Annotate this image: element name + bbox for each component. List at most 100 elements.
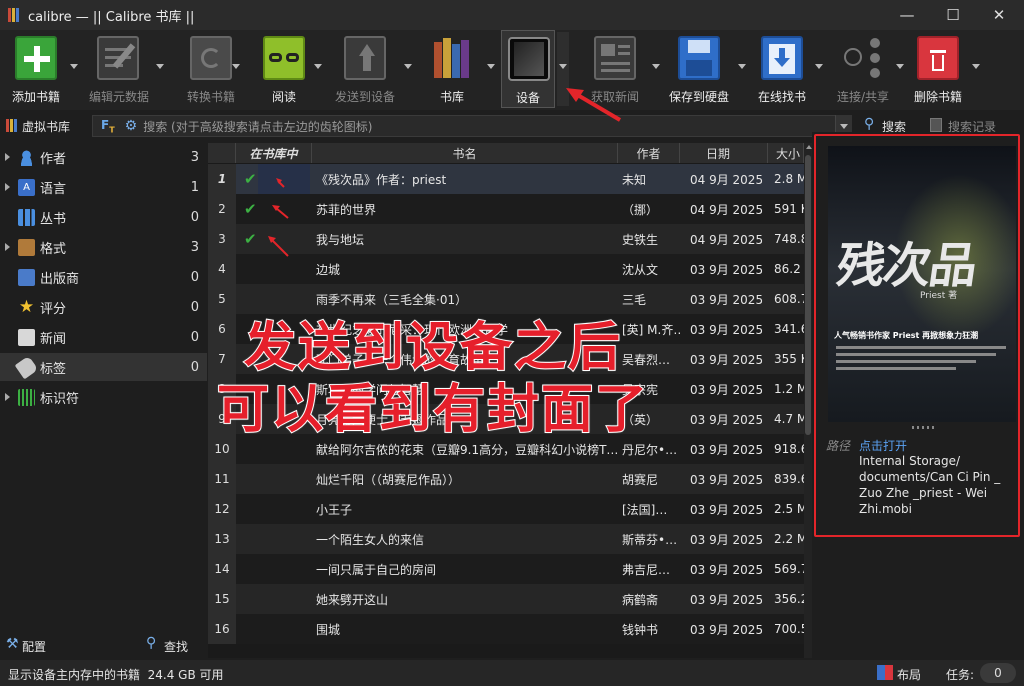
device-button[interactable]: 设备 xyxy=(501,30,555,108)
tag-category-rating[interactable]: ★ 评分 0 xyxy=(0,293,207,321)
table-row[interactable]: 6 在世纪之巅的尼采：现代欧洲的哲学 [英] M.齐… 03 9月 2025 341.6 xyxy=(208,314,804,344)
row-number: 8 xyxy=(208,374,236,404)
in-library-cell: ✔ xyxy=(236,194,312,224)
in-library-cell xyxy=(236,314,312,344)
configure-button[interactable]: 配置 xyxy=(22,638,46,655)
size-cell: 608.7 xyxy=(774,292,804,306)
row-number: 7 xyxy=(208,344,236,374)
tag-category-label: 新闻 xyxy=(40,331,67,347)
tag-category-publisher[interactable]: 出版商 0 xyxy=(0,263,207,291)
expand-arrow-icon[interactable] xyxy=(5,243,10,251)
table-row[interactable]: 15 她来劈开这山 病鹤斋 03 9月 2025 356.2 xyxy=(208,584,804,614)
table-scrollbar[interactable] xyxy=(804,143,812,658)
table-row[interactable]: 8 斯坦福的学问与智慧 吴宗宪 03 9月 2025 1.2 M xyxy=(208,374,804,404)
authors-icon xyxy=(18,148,35,166)
tag-category-label: 标识符 xyxy=(40,391,80,407)
tag-category-formats[interactable]: 格式 3 xyxy=(0,233,207,261)
tag-category-languages[interactable]: A 语言 1 xyxy=(0,173,207,201)
tag-category-tags[interactable]: 标签 0 xyxy=(0,353,207,381)
in-library-cell xyxy=(236,584,312,614)
get-books-button[interactable]: 在线找书 xyxy=(752,30,812,108)
read-button[interactable]: 阅读 xyxy=(256,30,312,108)
edit-metadata-dropdown[interactable] xyxy=(156,64,164,69)
table-row[interactable]: 16 围城 钱钟书 03 9月 2025 700.5 xyxy=(208,614,804,644)
close-button[interactable]: ✕ xyxy=(976,0,1022,30)
layout-button[interactable]: 布局 xyxy=(897,666,921,683)
table-row[interactable]: 9 月亮与六便士（毛姆作品） （英） 03 9月 2025 4.7 M xyxy=(208,404,804,434)
author-cell: 斯蒂芬•… xyxy=(622,532,678,547)
date-cell: 03 9月 2025 xyxy=(690,472,764,487)
library-label: 书库 xyxy=(439,90,465,104)
title-cell: 边城 xyxy=(316,262,341,277)
send-to-device-icon xyxy=(344,36,386,80)
configure-icon: ⚒ xyxy=(6,636,19,652)
edit-metadata-button[interactable]: 编辑元数据 xyxy=(84,30,154,108)
in-library-cell xyxy=(236,554,312,584)
remove-books-button[interactable]: 删除书籍 xyxy=(908,30,968,108)
virtual-library-icon xyxy=(6,119,18,132)
expand-arrow-icon[interactable] xyxy=(5,393,10,401)
send-to-device-button[interactable]: 发送到设备 xyxy=(330,30,400,108)
connect-share-button[interactable]: 连接/共享 xyxy=(830,30,896,108)
table-row[interactable]: 7 孔门弟子：一个伟大的教育故事 吴春烈… 03 9月 2025 355 K xyxy=(208,344,804,374)
save-to-disk-label: 保存到硬盘 xyxy=(668,90,730,104)
full-text-search-icon[interactable]: FT xyxy=(101,118,115,134)
table-row[interactable]: 11 灿烂千阳（（胡赛尼作品）） 胡赛尼 03 9月 2025 839.6 xyxy=(208,464,804,494)
table-row[interactable]: 12 小王子 [法国]… 03 9月 2025 2.5 M xyxy=(208,494,804,524)
expand-arrow-icon[interactable] xyxy=(5,153,10,161)
gear-icon[interactable]: ⚙ xyxy=(125,118,138,134)
table-row[interactable]: 3 ✔ 我与地坛 史铁生 04 9月 2025 748.8 xyxy=(208,224,804,254)
fetch-news-dropdown[interactable] xyxy=(652,64,660,69)
find-button[interactable]: 查找 xyxy=(164,638,188,655)
column-header-title[interactable]: 书名 xyxy=(312,143,618,163)
table-row[interactable]: 2 ✔ 苏菲的世界 （挪） 04 9月 2025 591 K xyxy=(208,194,804,224)
save-to-disk-dropdown[interactable] xyxy=(738,64,746,69)
minimize-button[interactable]: — xyxy=(884,0,930,30)
read-dropdown[interactable] xyxy=(314,64,322,69)
add-books-dropdown[interactable] xyxy=(70,64,78,69)
add-books-button[interactable]: 添加书籍 xyxy=(6,30,66,108)
series-icon xyxy=(18,208,35,226)
connect-share-dropdown[interactable] xyxy=(896,64,904,69)
size-cell: 1.2 M xyxy=(774,382,804,396)
tag-category-count: 0 xyxy=(190,269,199,285)
tag-category-authors[interactable]: 作者 3 xyxy=(0,143,207,171)
row-number: 3 xyxy=(208,224,236,254)
maximize-button[interactable]: ☐ xyxy=(930,0,976,30)
expand-arrow-icon[interactable] xyxy=(5,183,10,191)
table-row[interactable]: 4 边城 沈从文 03 9月 2025 86.2 xyxy=(208,254,804,284)
save-to-disk-button[interactable]: 保存到硬盘 xyxy=(664,30,734,108)
date-cell: 03 9月 2025 xyxy=(690,322,764,337)
tag-category-series[interactable]: 丛书 0 xyxy=(0,203,207,231)
virtual-library-button[interactable]: 虚拟书库 xyxy=(22,118,70,135)
scrollbar-thumb[interactable] xyxy=(805,155,811,435)
row-number: 5 xyxy=(208,284,236,314)
remove-books-dropdown[interactable] xyxy=(972,64,980,69)
table-row[interactable]: 1 ✔ 《残次品》作者：priest 未知 04 9月 2025 2.8 M xyxy=(208,164,804,194)
column-header-author[interactable]: 作者 xyxy=(618,143,680,163)
title-cell: 围城 xyxy=(316,622,341,637)
device-dropdown[interactable] xyxy=(557,32,569,106)
library-dropdown[interactable] xyxy=(487,64,495,69)
search-input[interactable]: FT ⚙ 搜索 (对于高级搜索请点击左边的齿轮图标) xyxy=(92,115,852,137)
get-books-dropdown[interactable] xyxy=(815,64,823,69)
table-row[interactable]: 13 一个陌生女人的来信 斯蒂芬•… 03 9月 2025 2.2 M xyxy=(208,524,804,554)
tag-category-identifiers[interactable]: 标识符 xyxy=(0,383,207,411)
send-to-device-dropdown[interactable] xyxy=(404,64,412,69)
column-header-date[interactable]: 日期 xyxy=(680,143,768,163)
fetch-news-button[interactable]: 获取新闻 xyxy=(580,30,650,108)
column-header-in-library[interactable]: 在书库中 xyxy=(236,143,312,163)
tag-category-news[interactable]: 新闻 0 xyxy=(0,323,207,351)
column-header-size[interactable]: 大小 xyxy=(768,143,804,163)
convert-books-button[interactable]: 转换书籍 xyxy=(176,30,246,108)
table-row[interactable]: 14 一间只属于自己的房间 弗吉尼… 03 9月 2025 569.7 xyxy=(208,554,804,584)
date-cell: 03 9月 2025 xyxy=(690,532,764,547)
jobs-button[interactable]: 0 xyxy=(980,663,1016,683)
book-list-table[interactable]: 在书库中 书名 作者 日期 大小 1 ✔ 《残次品》作者：priest 未知 04 9月… xyxy=(208,143,804,658)
library-button[interactable]: 书库 xyxy=(426,30,478,108)
convert-books-dropdown[interactable] xyxy=(232,64,240,69)
table-row[interactable]: 5 雨季不再来（三毛全集·01） 三毛 03 9月 2025 608.7 xyxy=(208,284,804,314)
size-cell: 86.2 xyxy=(774,262,801,276)
table-row[interactable]: 10 献给阿尔吉侬的花束（豆瓣9.1高分，豆瓣科幻小说榜T… 丹尼尔•… 03 9月 … xyxy=(208,434,804,464)
title-cell: 在世纪之巅的尼采：现代欧洲的哲学 xyxy=(316,322,509,337)
